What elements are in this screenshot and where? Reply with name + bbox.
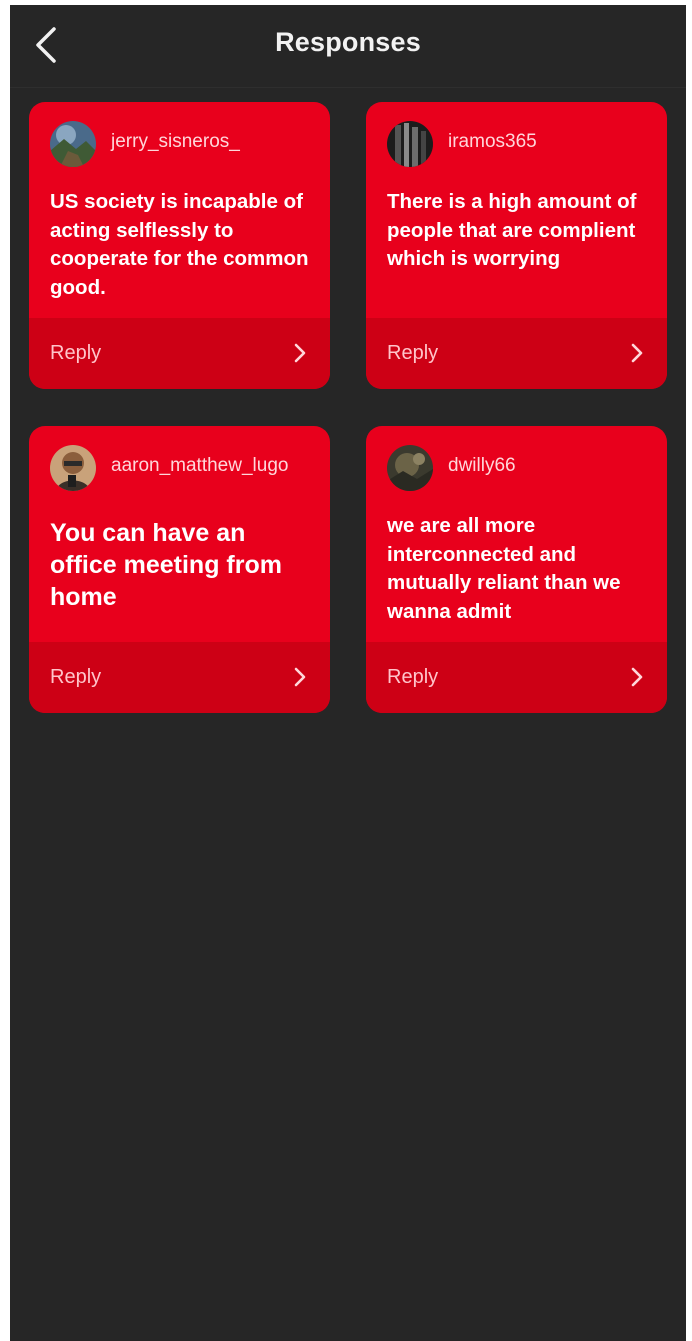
reply-label: Reply [50,666,102,688]
responses-grid: jerry_sisneros_ US society is incapable … [29,102,667,713]
avatar[interactable] [387,445,433,491]
reply-button[interactable]: Reply [366,642,667,713]
response-card[interactable]: jerry_sisneros_ US society is incapable … [29,102,330,389]
response-message: There is a high amount of people that ar… [387,190,637,270]
chevron-right-icon [631,667,643,687]
chevron-right-icon [294,667,306,687]
response-card-body[interactable]: aaron_matthew_lugo You can have an offic… [29,426,330,642]
response-card[interactable]: aaron_matthew_lugo You can have an offic… [29,426,330,713]
username[interactable]: aaron_matthew_lugo [111,455,288,477]
reply-button[interactable]: Reply [29,318,330,389]
page-title: Responses [275,27,421,57]
reply-button[interactable]: Reply [366,318,667,389]
username[interactable]: dwilly66 [448,455,516,477]
responses-screen: Responses jerry_sisneros_ US society is … [10,5,686,1341]
avatar[interactable] [387,121,433,167]
header: Responses [10,5,686,88]
response-card-body[interactable]: iramos365 There is a high amount of peop… [366,102,667,318]
response-card[interactable]: dwilly66 we are all more interconnected … [366,426,667,713]
response-card-body[interactable]: jerry_sisneros_ US society is incapable … [29,102,330,318]
reply-button[interactable]: Reply [29,642,330,713]
avatar[interactable] [50,445,96,491]
response-card[interactable]: iramos365 There is a high amount of peop… [366,102,667,389]
reply-label: Reply [387,666,439,688]
chevron-right-icon [294,343,306,363]
reply-label: Reply [50,342,102,364]
response-message: we are all more interconnected and mutua… [387,514,621,623]
response-card-body[interactable]: dwilly66 we are all more interconnected … [366,426,667,642]
reply-label: Reply [387,342,439,364]
chevron-right-icon [631,343,643,363]
username[interactable]: iramos365 [448,131,537,153]
response-message: You can have an office meeting from home [50,519,282,611]
response-message: US society is incapable of acting selfle… [50,190,309,299]
avatar[interactable] [50,121,96,167]
username[interactable]: jerry_sisneros_ [111,131,240,153]
